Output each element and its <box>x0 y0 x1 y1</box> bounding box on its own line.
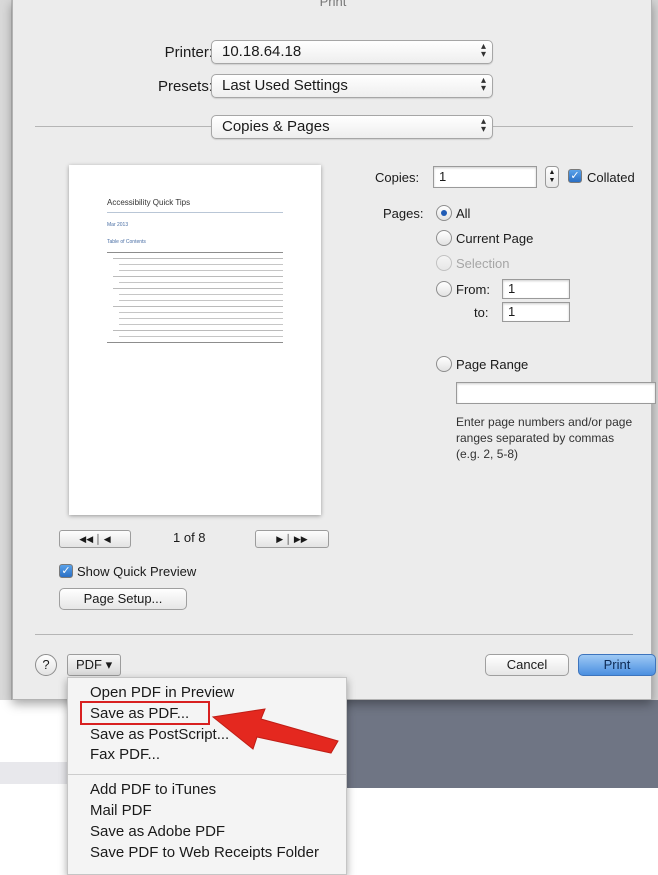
toc-line <box>113 258 283 259</box>
toc-line <box>119 294 283 295</box>
toc-line <box>119 318 283 319</box>
background-window-edge-left <box>0 0 12 700</box>
collated-checkbox[interactable]: ✓ <box>568 169 582 183</box>
page-range-label: Page Range <box>456 357 529 372</box>
collated-label: Collated <box>587 170 635 185</box>
popup-arrows-icon: ▴ ▾ <box>480 41 486 60</box>
selection-label: Selection <box>456 256 510 271</box>
presets-value: Last Used Settings <box>222 77 348 94</box>
help-button[interactable]: ? <box>35 654 57 676</box>
from-radio[interactable] <box>436 281 452 297</box>
copies-label: Copies: <box>375 170 420 185</box>
printer-label: Printer: <box>164 44 213 61</box>
toc-line <box>119 270 283 271</box>
background-strip <box>0 762 70 784</box>
menu-item-mail-pdf[interactable]: Mail PDF <box>90 802 152 819</box>
save-as-pdf-highlight-box <box>80 701 210 725</box>
print-preview-page: Accessibility Quick Tips Mar 2013 Table … <box>69 165 321 515</box>
toc-line <box>119 282 283 283</box>
toc-line <box>113 306 283 307</box>
print-button[interactable]: Print <box>578 654 656 676</box>
background-window-edge-right <box>652 0 658 700</box>
checkmark-icon: ✓ <box>570 170 580 182</box>
menu-item-save-as-adobe-pdf[interactable]: Save as Adobe PDF <box>90 823 225 840</box>
print-dialog: Print Printer: 10.18.64.18 ▴ ▾ Presets: L… <box>12 0 656 700</box>
current-page-label: Current Page <box>456 231 534 246</box>
current-page-radio[interactable] <box>436 230 452 246</box>
background-panel <box>345 700 658 788</box>
pages-all-radio[interactable] <box>436 205 452 221</box>
next-last-page-button[interactable]: ▶ │ ▶▶ <box>255 530 329 548</box>
preview-doc-title: Accessibility Quick Tips <box>107 198 191 207</box>
page-range-field[interactable] <box>456 382 656 404</box>
presets-label: Presets: <box>157 78 213 95</box>
toc-line <box>119 264 283 265</box>
arrow-shape <box>211 708 339 754</box>
copies-stepper[interactable]: ▲ ▼ <box>545 166 559 188</box>
menu-item-fax-pdf[interactable]: Fax PDF... <box>90 746 160 763</box>
pages-label: Pages: <box>383 206 424 221</box>
section-value: Copies & Pages <box>222 118 330 135</box>
toc-line <box>107 342 283 343</box>
printer-popup[interactable]: 10.18.64.18 ▴ ▾ <box>211 40 493 64</box>
page-range-radio[interactable] <box>436 356 452 372</box>
menu-separator <box>68 774 346 775</box>
toc-line <box>119 300 283 301</box>
popup-arrows-icon: ▴ ▾ <box>480 116 486 135</box>
toc-line <box>113 288 283 289</box>
toc-line <box>119 324 283 325</box>
menu-item-add-pdf-to-itunes[interactable]: Add PDF to iTunes <box>90 781 216 798</box>
first-prev-page-button[interactable]: ◀◀ │ ◀ <box>59 530 131 548</box>
page-range-hint: Enter page numbers and/or page ranges se… <box>456 415 633 461</box>
from-field[interactable]: 1 <box>502 279 570 299</box>
page-setup-button[interactable]: Page Setup... <box>59 588 187 610</box>
page-indicator: 1 of 8 <box>173 530 206 545</box>
dialog-title: Print <box>319 0 347 9</box>
red-arrow-annotation-icon <box>211 708 339 754</box>
show-quick-preview-checkbox[interactable]: ✓ <box>59 564 73 578</box>
checkmark-icon: ✓ <box>61 565 71 577</box>
preview-doc-rule <box>107 212 283 213</box>
toc-line <box>113 330 283 331</box>
presets-popup[interactable]: Last Used Settings ▴ ▾ <box>211 74 493 98</box>
toc-line <box>107 252 283 253</box>
to-field[interactable]: 1 <box>502 302 570 322</box>
show-quick-preview-label: Show Quick Preview <box>77 564 197 579</box>
toc-line <box>119 312 283 313</box>
toc-line <box>119 336 283 337</box>
preview-doc-toc: Table of Contents <box>107 239 146 245</box>
menu-item-save-pdf-to-web-receipts[interactable]: Save PDF to Web Receipts Folder <box>90 844 319 861</box>
preview-doc-date: Mar 2013 <box>107 222 129 228</box>
section-popup[interactable]: Copies & Pages ▴ ▾ <box>211 115 493 139</box>
from-label: From: <box>456 282 490 297</box>
selection-radio <box>436 255 452 271</box>
cancel-button[interactable]: Cancel <box>485 654 569 676</box>
printer-value: 10.18.64.18 <box>222 43 302 60</box>
copies-field[interactable]: 1 <box>433 166 537 188</box>
pages-all-label: All <box>456 206 471 221</box>
popup-arrows-icon: ▴ ▾ <box>480 75 486 94</box>
to-label: to: <box>474 305 489 320</box>
toc-line <box>113 276 283 277</box>
separator <box>35 634 633 635</box>
pdf-menu-button[interactable]: PDF ▾ <box>67 654 122 676</box>
